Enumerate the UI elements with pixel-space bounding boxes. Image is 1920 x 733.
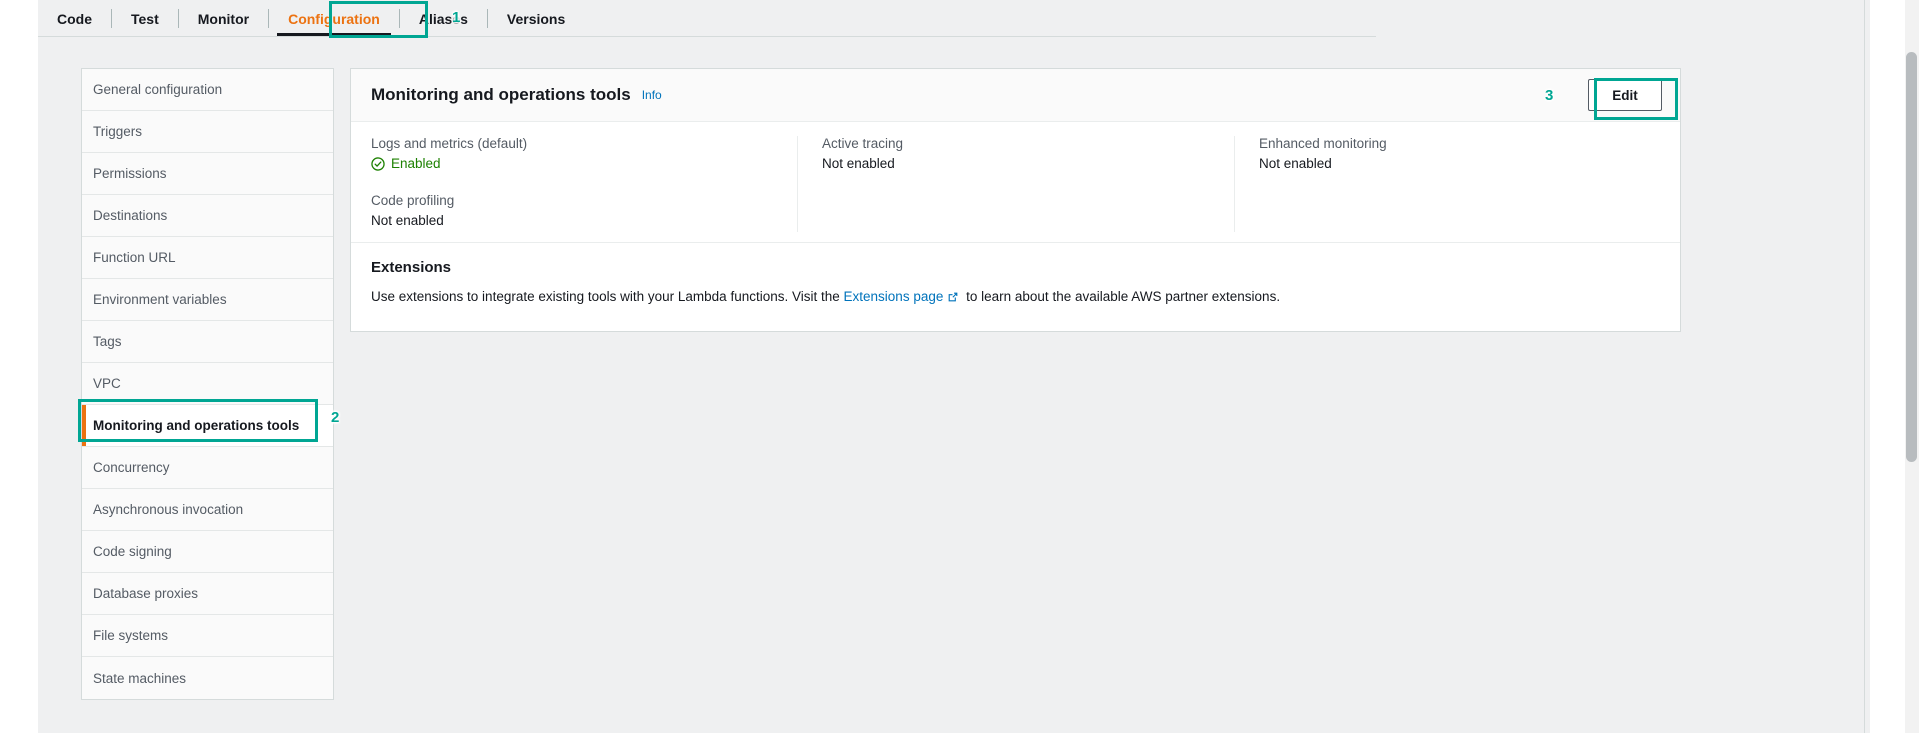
tab-label: Versions xyxy=(506,10,566,27)
sidebar-item-code-signing[interactable]: Code signing xyxy=(82,531,333,573)
field-active-tracing: Active tracing Not enabled xyxy=(822,136,1210,171)
sidebar-item-label: File systems xyxy=(93,628,169,643)
field-value-text: Enabled xyxy=(391,156,441,171)
sidebar-item-destinations[interactable]: Destinations xyxy=(82,195,333,237)
field-value: Not enabled xyxy=(822,156,895,171)
sidebar-item-label: Destinations xyxy=(93,208,168,223)
card-body: Logs and metrics (default) Enabled Code … xyxy=(351,122,1680,331)
extensions-description: Use extensions to integrate existing too… xyxy=(371,288,1660,309)
info-link[interactable]: Info xyxy=(642,88,662,102)
sidebar-item-label: Monitoring and operations tools xyxy=(93,418,300,433)
tab-monitor[interactable]: Monitor xyxy=(179,0,268,37)
tab-code[interactable]: Code xyxy=(38,0,111,37)
sidebar-item-function-url[interactable]: Function URL xyxy=(82,237,333,279)
tab-aliases[interactable]: Aliases xyxy=(400,0,487,37)
page-title: Monitoring and operations tools xyxy=(371,85,631,104)
sidebar-item-label: Triggers xyxy=(93,124,143,139)
tab-label: Test xyxy=(131,10,159,27)
extensions-page-link[interactable]: Extensions page xyxy=(844,289,944,304)
tab-label: Code xyxy=(57,10,92,27)
tab-test[interactable]: Test xyxy=(112,0,178,37)
content-right-divider xyxy=(1864,0,1865,733)
sidebar-item-vpc[interactable]: VPC xyxy=(82,363,333,405)
card-header: Monitoring and operations tools Info Edi… xyxy=(351,69,1680,122)
field-label: Code profiling xyxy=(371,193,455,208)
status-column-right: Enhanced monitoring Not enabled xyxy=(1234,136,1660,232)
tab-label: Configuration xyxy=(288,10,380,27)
sidebar-item-label: VPC xyxy=(93,376,121,391)
sidebar-item-label: State machines xyxy=(93,670,187,686)
field-label: Active tracing xyxy=(822,136,904,151)
field-value: Not enabled xyxy=(371,213,444,228)
sidebar-item-environment-variables[interactable]: Environment variables xyxy=(82,279,333,321)
sidebar-item-label: Asynchronous invocation xyxy=(93,502,244,517)
field-value: Enabled xyxy=(371,156,773,171)
status-column-left: Logs and metrics (default) Enabled Code … xyxy=(371,136,797,232)
field-enhanced-monitoring: Enhanced monitoring Not enabled xyxy=(1259,136,1636,171)
tab-list: Code Test Monitor Configuration Aliases … xyxy=(38,0,584,37)
external-link-icon[interactable] xyxy=(947,290,959,309)
extensions-section: Extensions Use extensions to integrate e… xyxy=(351,242,1680,331)
sidebar-item-label: Concurrency xyxy=(93,460,170,475)
annotation-marker-1: 1 xyxy=(452,9,461,26)
sidebar-item-database-proxies[interactable]: Database proxies xyxy=(82,573,333,615)
sidebar-item-asynchronous-invocation[interactable]: Asynchronous invocation xyxy=(82,489,333,531)
sidebar-item-monitoring-and-operations-tools[interactable]: Monitoring and operations tools xyxy=(82,405,333,447)
sidebar-item-label: General configuration xyxy=(93,82,223,97)
extensions-description-after: to learn about the available AWS partner… xyxy=(966,289,1281,304)
tab-bar-underline xyxy=(38,36,1376,37)
sidebar-item-label: Database proxies xyxy=(93,586,199,601)
monitoring-tools-card: Monitoring and operations tools Info Edi… xyxy=(350,68,1681,332)
sidebar-item-permissions[interactable]: Permissions xyxy=(82,153,333,195)
field-logs-and-metrics: Logs and metrics (default) Enabled xyxy=(371,136,773,171)
sidebar-item-label: Tags xyxy=(93,334,122,349)
tab-label: Monitor xyxy=(197,10,250,27)
annotation-marker-2: 2 xyxy=(331,409,340,426)
sidebar-item-label: Environment variables xyxy=(93,292,227,307)
sidebar-item-state-machines[interactable]: State machines xyxy=(82,657,333,699)
field-code-profiling: Code profiling Not enabled xyxy=(371,193,773,228)
sidebar-item-label: Function URL xyxy=(93,250,176,265)
sidebar-item-label: Permissions xyxy=(93,166,167,181)
field-value: Not enabled xyxy=(1259,156,1332,171)
sidebar-item-tags[interactable]: Tags xyxy=(82,321,333,363)
tab-versions[interactable]: Versions xyxy=(488,0,584,37)
tab-configuration[interactable]: Configuration xyxy=(269,0,399,37)
status-grid: Logs and metrics (default) Enabled Code … xyxy=(351,122,1680,242)
sidebar-item-file-systems[interactable]: File systems xyxy=(82,615,333,657)
sidebar-item-general-configuration[interactable]: General configuration xyxy=(82,69,333,111)
annotation-marker-3: 3 xyxy=(1545,87,1554,104)
extensions-description-before: Use extensions to integrate existing too… xyxy=(371,289,840,304)
header-actions: Edit xyxy=(1588,79,1662,111)
edit-button[interactable]: Edit xyxy=(1588,79,1662,111)
field-label: Logs and metrics (default) xyxy=(371,136,528,151)
tab-bar: Code Test Monitor Configuration Aliases … xyxy=(38,0,1376,37)
field-label: Enhanced monitoring xyxy=(1259,136,1387,151)
status-column-middle: Active tracing Not enabled xyxy=(797,136,1234,232)
tab-label: Aliases xyxy=(418,10,468,27)
vertical-scrollbar-thumb[interactable] xyxy=(1906,52,1917,462)
sidebar-item-concurrency[interactable]: Concurrency xyxy=(82,447,333,489)
extensions-title: Extensions xyxy=(371,259,452,276)
sidebar-item-label: Code signing xyxy=(93,544,172,559)
configuration-sidebar: General configuration Triggers Permissio… xyxy=(81,68,334,700)
sidebar-item-triggers[interactable]: Triggers xyxy=(82,111,333,153)
check-circle-icon xyxy=(371,156,385,171)
